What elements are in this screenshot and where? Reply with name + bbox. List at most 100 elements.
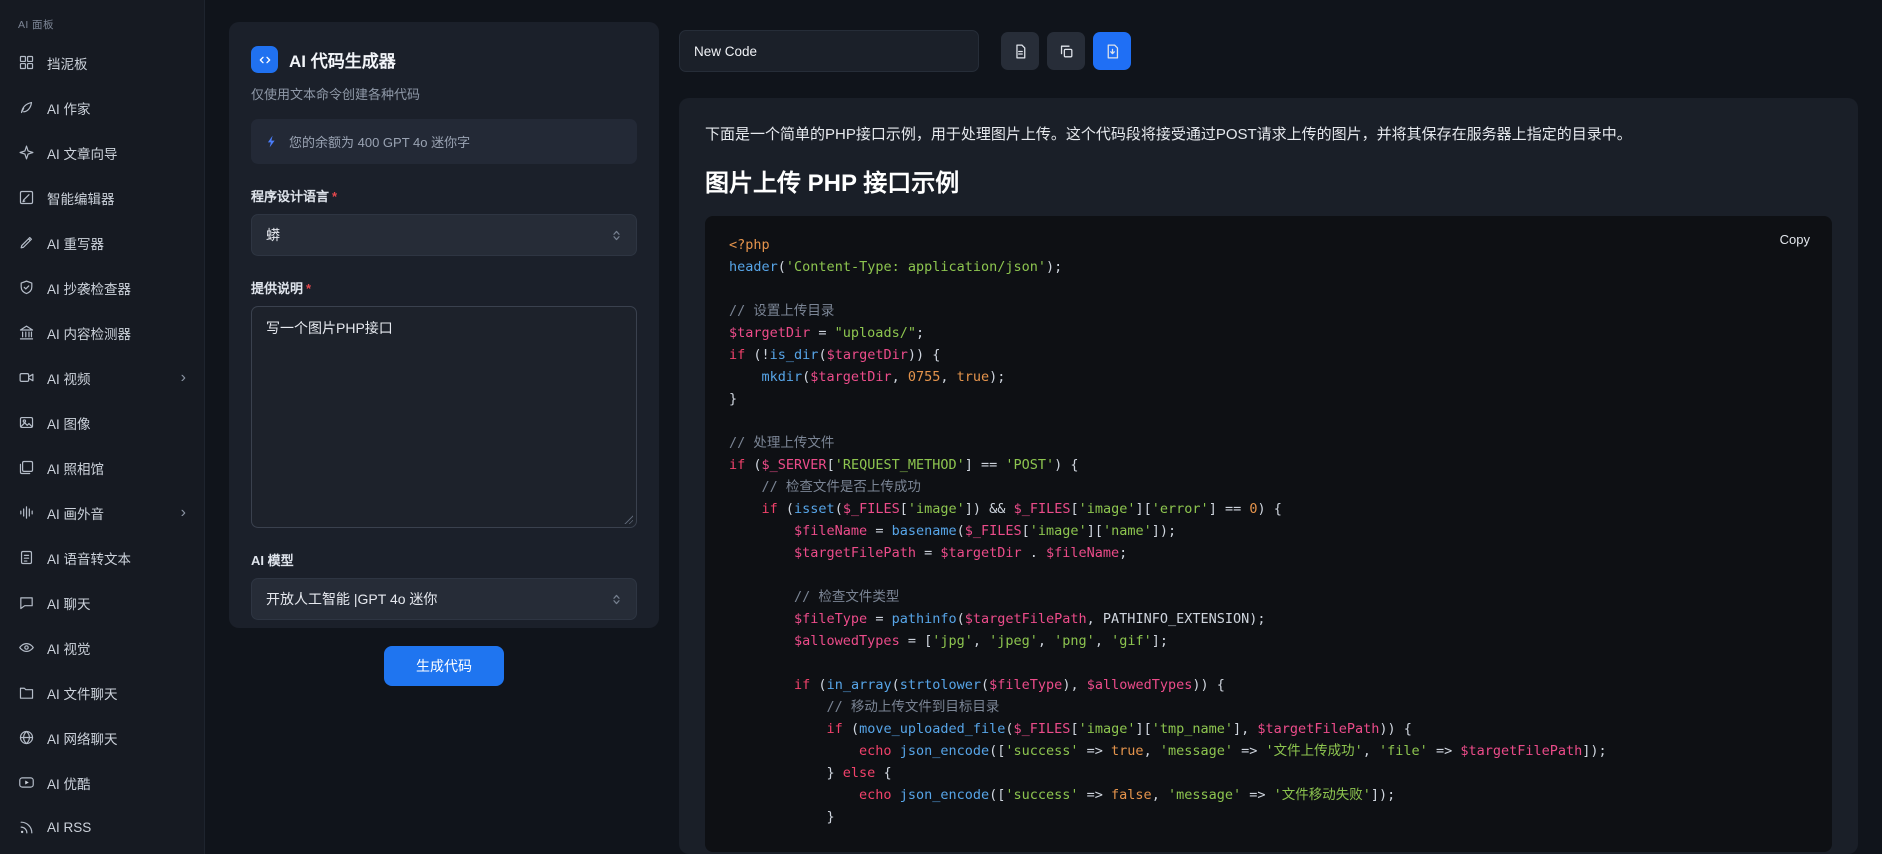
- sidebar-item-smart-editor[interactable]: 智能编辑器: [0, 175, 204, 220]
- generator-actions: 生成代码: [251, 646, 637, 686]
- code-line: // 移动上传文件到目标目录: [729, 696, 1808, 718]
- sidebar-item-label: AI 内容检测器: [47, 323, 186, 343]
- select-caret-icon: [609, 228, 624, 243]
- article-wizard-icon: [18, 144, 35, 161]
- youku-icon: [18, 774, 35, 791]
- generator-header: AI 代码生成器: [251, 46, 637, 73]
- sidebar-item-ai-writer[interactable]: AI 作家: [0, 85, 204, 130]
- code-line: [729, 652, 1808, 674]
- select-caret-icon: [609, 592, 624, 607]
- rss-icon: [18, 819, 35, 836]
- result-heading: 图片上传 PHP 接口示例: [705, 163, 1832, 198]
- model-label: AI 模型: [251, 550, 637, 569]
- sidebar-item-label: AI 视觉: [47, 638, 186, 658]
- file-chat-icon: [18, 684, 35, 701]
- save-icon: [1104, 43, 1121, 60]
- code-line: [729, 564, 1808, 586]
- sidebar-item-label: AI 图像: [47, 413, 186, 433]
- model-select-value: 开放人工智能 |GPT 4o 迷你: [266, 589, 609, 609]
- sidebar-item-ai-rewriter[interactable]: AI 重写器: [0, 220, 204, 265]
- copy-icon: [1058, 43, 1075, 60]
- code-line: $fileName = basename($_FILES['image']['n…: [729, 520, 1808, 542]
- sidebar-item-label: AI 语音转文本: [47, 548, 186, 568]
- sidebar-item-label: 挡泥板: [47, 53, 186, 73]
- code-line: // 设置上传目录: [729, 300, 1808, 322]
- generator-card: AI 代码生成器 仅使用文本命令创建各种代码 您的余额为 400 GPT 4o …: [229, 22, 659, 628]
- balance-text: 您的余额为 400 GPT 4o 迷你字: [289, 132, 470, 151]
- main-content: AI 代码生成器 仅使用文本命令创建各种代码 您的余额为 400 GPT 4o …: [205, 0, 1882, 854]
- chat-icon: [18, 594, 35, 611]
- result-panel: 下面是一个简单的PHP接口示例，用于处理图片上传。这个代码段将接受通过POST请…: [679, 22, 1858, 854]
- document-icon: [1012, 43, 1029, 60]
- sidebar-item-ai-voiceover[interactable]: AI 画外音›: [0, 490, 204, 535]
- sidebar-item-ai-vision[interactable]: AI 视觉: [0, 625, 204, 670]
- chevron-right-icon: ›: [181, 505, 186, 521]
- code-line: [729, 278, 1808, 300]
- required-marker: *: [332, 189, 337, 204]
- code-line: }: [729, 806, 1808, 828]
- instructions-label: 提供说明*: [251, 278, 637, 297]
- image-icon: [18, 414, 35, 431]
- content-detector-icon: [18, 324, 35, 341]
- balance-notice: 您的余额为 400 GPT 4o 迷你字: [251, 119, 637, 164]
- generator-title: AI 代码生成器: [289, 47, 396, 72]
- sidebar-item-ai-image[interactable]: AI 图像: [0, 400, 204, 445]
- code-line: [729, 410, 1808, 432]
- result-toolbar: [679, 30, 1858, 72]
- code-line: }: [729, 388, 1808, 410]
- result-intro: 下面是一个简单的PHP接口示例，用于处理图片上传。这个代码段将接受通过POST请…: [705, 124, 1832, 147]
- required-marker: *: [306, 281, 311, 296]
- sidebar-item-ai-photo-studio[interactable]: AI 照相馆: [0, 445, 204, 490]
- language-select[interactable]: 蟒: [251, 214, 637, 256]
- code-generator-icon: [251, 46, 278, 73]
- copy-code-button[interactable]: Copy: [1780, 232, 1810, 247]
- sidebar-item-label: AI 照相馆: [47, 458, 186, 478]
- sidebar-item-ai-video[interactable]: AI 视频›: [0, 355, 204, 400]
- sidebar-item-ai-rss[interactable]: AI RSS: [0, 805, 204, 850]
- generator-subtitle: 仅使用文本命令创建各种代码: [251, 84, 637, 103]
- code-line: $targetFilePath = $targetDir . $fileName…: [729, 542, 1808, 564]
- photo-studio-icon: [18, 459, 35, 476]
- instructions-textarea[interactable]: 写一个图片PHP接口: [251, 306, 637, 528]
- sidebar-item-dashboard[interactable]: 挡泥板: [0, 40, 204, 85]
- writer-icon: [18, 99, 35, 116]
- lightning-icon: [265, 134, 279, 149]
- sidebar-item-ai-web-chat[interactable]: AI 网络聊天: [0, 715, 204, 760]
- sidebar-item-ai-chat[interactable]: AI 聊天: [0, 580, 204, 625]
- code-line: if (!is_dir($targetDir)) {: [729, 344, 1808, 366]
- sidebar-item-ai-speech-to-text[interactable]: AI 语音转文本: [0, 535, 204, 580]
- web-chat-icon: [18, 729, 35, 746]
- generate-code-button[interactable]: 生成代码: [384, 646, 504, 686]
- instructions-field-wrap: 写一个图片PHP接口: [251, 306, 637, 528]
- sidebar-item-label: AI 重写器: [47, 233, 186, 253]
- code-line: $allowedTypes = ['jpg', 'jpeg', 'png', '…: [729, 630, 1808, 652]
- sidebar-nav: 挡泥板 AI 作家 AI 文章向导智能编辑器 AI 重写器 AI 抄袭检查器 AI 内容检…: [0, 40, 204, 850]
- vision-icon: [18, 639, 35, 656]
- dashboard-icon: [18, 54, 35, 71]
- sidebar-item-ai-plagiarism-checker[interactable]: AI 抄袭检查器: [0, 265, 204, 310]
- document-button[interactable]: [1001, 32, 1039, 70]
- code-line: // 检查文件类型: [729, 586, 1808, 608]
- code-line: // 处理上传文件: [729, 432, 1808, 454]
- sidebar-item-label: 智能编辑器: [47, 188, 186, 208]
- sidebar-item-label: AI 文件聊天: [47, 683, 186, 703]
- sidebar-item-label: AI RSS: [47, 820, 186, 835]
- code-line: // 检查文件是否上传成功: [729, 476, 1808, 498]
- smart-editor-icon: [18, 189, 35, 206]
- sidebar-item-ai-youku[interactable]: AI 优酷: [0, 760, 204, 805]
- sidebar-item-ai-content-detector[interactable]: AI 内容检测器: [0, 310, 204, 355]
- save-button[interactable]: [1093, 32, 1131, 70]
- code-line: if ($_SERVER['REQUEST_METHOD'] == 'POST'…: [729, 454, 1808, 476]
- code-line: $targetDir = "uploads/";: [729, 322, 1808, 344]
- sidebar-item-label: AI 作家: [47, 98, 186, 118]
- copy-button[interactable]: [1047, 32, 1085, 70]
- video-icon: [18, 369, 35, 386]
- sidebar-section-label: AI 面板: [0, 0, 204, 40]
- model-select[interactable]: 开放人工智能 |GPT 4o 迷你: [251, 578, 637, 620]
- sidebar-item-ai-file-chat[interactable]: AI 文件聊天: [0, 670, 204, 715]
- sidebar-item-ai-article-wizard[interactable]: AI 文章向导: [0, 130, 204, 175]
- sidebar-item-label: AI 优酷: [47, 773, 186, 793]
- sidebar: AI 面板 挡泥板 AI 作家 AI 文章向导智能编辑器 AI 重写器 AI 抄袭检查器…: [0, 0, 205, 854]
- code-title-input[interactable]: [679, 30, 979, 72]
- code-block: Copy <?phpheader('Content-Type: applicat…: [705, 216, 1832, 852]
